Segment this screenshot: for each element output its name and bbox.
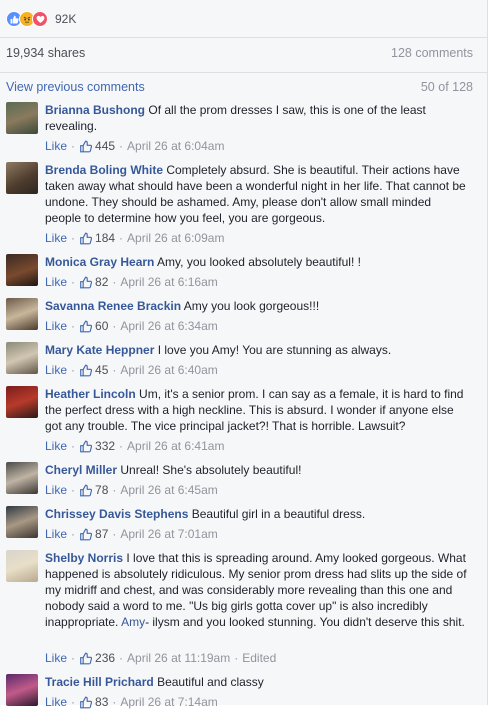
comment-actions: Like · 87 · April 26 at 7:01am (45, 527, 218, 541)
avatar[interactable] (6, 462, 38, 494)
edited-label[interactable]: Edited (242, 651, 276, 665)
comment-author[interactable]: Savanna Renee Brackin (45, 299, 181, 313)
comment-author[interactable]: Tracie Hill Prichard (45, 675, 154, 689)
avatar[interactable] (6, 298, 38, 330)
like-count[interactable]: 184 (95, 231, 115, 245)
avatar[interactable] (6, 386, 38, 418)
thumbs-up-icon (80, 364, 93, 376)
like-count[interactable]: 60 (95, 319, 108, 333)
comment-author[interactable]: Shelby Norris (45, 551, 123, 565)
comment-timestamp[interactable]: April 26 at 6:04am (127, 139, 224, 153)
comment-timestamp[interactable]: April 26 at 6:16am (120, 275, 217, 289)
like-button[interactable]: Like (45, 231, 67, 245)
thumbs-up-icon (80, 232, 93, 244)
comment-text-continued: - ilysm and you looked stunning. You did… (145, 615, 465, 629)
love-reaction-icon (32, 11, 48, 27)
like-count[interactable]: 332 (95, 439, 115, 453)
comment-author[interactable]: Mary Kate Heppner (45, 343, 154, 357)
comment-body: Brianna Bushong Of all the prom dresses … (45, 102, 469, 134)
comment-author[interactable]: Cheryl Miller (45, 463, 117, 477)
comment-pager: 50 of 128 (420, 80, 473, 94)
divider (0, 72, 487, 73)
comment-actions: Like · 78 · April 26 at 6:45am (45, 483, 218, 497)
like-button[interactable]: Like (45, 483, 67, 497)
like-count[interactable]: 45 (95, 363, 108, 377)
thumbs-up-icon (80, 440, 93, 452)
like-count[interactable]: 83 (95, 695, 108, 709)
like-button[interactable]: Like (45, 275, 67, 289)
avatar[interactable] (6, 550, 38, 582)
view-previous-comments-link[interactable]: View previous comments (6, 80, 145, 94)
comment-text: Amy, you looked absolutely beautiful! ! (157, 255, 361, 269)
like-count[interactable]: 82 (95, 275, 108, 289)
reactions-bar[interactable]: 92K (6, 10, 76, 28)
like-button[interactable]: Like (45, 319, 67, 333)
thumbs-up-icon (80, 528, 93, 540)
like-button[interactable]: Like (45, 527, 67, 541)
comment-author[interactable]: Heather Lincoln (45, 387, 136, 401)
comment-body: Heather Lincoln Um, it's a senior prom. … (45, 386, 469, 434)
comment-actions: Like · 236 · April 26 at 11:19am · Edited (45, 651, 277, 665)
comment-author[interactable]: Monica Gray Hearn (45, 255, 154, 269)
comment-text: Beautiful girl in a beautiful dress. (191, 507, 366, 521)
comment-body: Cheryl Miller Unreal! She's absolutely b… (45, 462, 469, 478)
mention-link[interactable]: Amy (121, 615, 145, 629)
comment-body: Shelby Norris I love that this is spread… (45, 550, 469, 630)
avatar[interactable] (6, 342, 38, 374)
comment-body: Tracie Hill Prichard Beautiful and class… (45, 674, 469, 690)
comment-actions: Like · 445 · April 26 at 6:04am (45, 139, 225, 153)
comment-timestamp[interactable]: April 26 at 7:01am (120, 527, 217, 541)
like-count[interactable]: 236 (95, 651, 115, 665)
comments-panel: 92K 19,934 shares 128 comments View prev… (0, 0, 488, 709)
comment-body: Chrissey Davis Stephens Beautiful girl i… (45, 506, 469, 522)
comment-text: Unreal! She's absolutely beautiful! (120, 463, 302, 477)
thumbs-up-icon (80, 140, 93, 152)
comment-text: I love you Amy! You are stunning as alwa… (157, 343, 392, 357)
comment-actions: Like · 83 · April 26 at 7:14am (45, 695, 218, 709)
comment-actions: Like · 45 · April 26 at 6:40am (45, 363, 218, 377)
avatar[interactable] (6, 254, 38, 286)
thumbs-up-icon (80, 276, 93, 288)
like-button[interactable]: Like (45, 363, 67, 377)
comment-body: Monica Gray Hearn Amy, you looked absolu… (45, 254, 469, 270)
avatar[interactable] (6, 162, 38, 194)
thumbs-up-icon (80, 652, 93, 664)
shares-count[interactable]: 19,934 shares (6, 46, 85, 60)
thumbs-up-icon (80, 484, 93, 496)
avatar[interactable] (6, 506, 38, 538)
comment-actions: Like · 332 · April 26 at 6:41am (45, 439, 225, 453)
comment-author[interactable]: Chrissey Davis Stephens (45, 507, 188, 521)
comment-text: Beautiful and classy (157, 675, 264, 689)
thumbs-up-icon (80, 320, 93, 332)
comment-actions: Like · 184 · April 26 at 6:09am (45, 231, 225, 245)
like-button[interactable]: Like (45, 139, 67, 153)
comment-timestamp[interactable]: April 26 at 6:45am (120, 483, 217, 497)
comment-timestamp[interactable]: April 26 at 11:19am (127, 651, 230, 665)
comment-actions: Like · 82 · April 26 at 6:16am (45, 275, 218, 289)
comment-body: Brenda Boling White Completely absurd. S… (45, 162, 469, 226)
avatar[interactable] (6, 102, 38, 134)
comment-author[interactable]: Brenda Boling White (45, 163, 163, 177)
comment-timestamp[interactable]: April 26 at 6:09am (127, 231, 224, 245)
like-button[interactable]: Like (45, 651, 67, 665)
like-count[interactable]: 445 (95, 139, 115, 153)
comment-text: Amy you look gorgeous!!! (183, 299, 320, 313)
comments-count[interactable]: 128 comments (391, 46, 473, 60)
like-count[interactable]: 87 (95, 527, 108, 541)
like-count[interactable]: 78 (95, 483, 108, 497)
like-button[interactable]: Like (45, 695, 67, 709)
divider (0, 37, 487, 38)
comment-body: Mary Kate Heppner I love you Amy! You ar… (45, 342, 469, 358)
thumbs-up-icon (80, 696, 93, 708)
comment-timestamp[interactable]: April 26 at 6:34am (120, 319, 217, 333)
comment-author[interactable]: Brianna Bushong (45, 103, 145, 117)
avatar[interactable] (6, 674, 38, 706)
like-button[interactable]: Like (45, 439, 67, 453)
comment-timestamp[interactable]: April 26 at 6:40am (120, 363, 217, 377)
comment-body: Savanna Renee Brackin Amy you look gorge… (45, 298, 469, 314)
reaction-count[interactable]: 92K (55, 12, 76, 26)
comment-timestamp[interactable]: April 26 at 6:41am (127, 439, 224, 453)
comment-actions: Like · 60 · April 26 at 6:34am (45, 319, 218, 333)
comment-timestamp[interactable]: April 26 at 7:14am (120, 695, 217, 709)
